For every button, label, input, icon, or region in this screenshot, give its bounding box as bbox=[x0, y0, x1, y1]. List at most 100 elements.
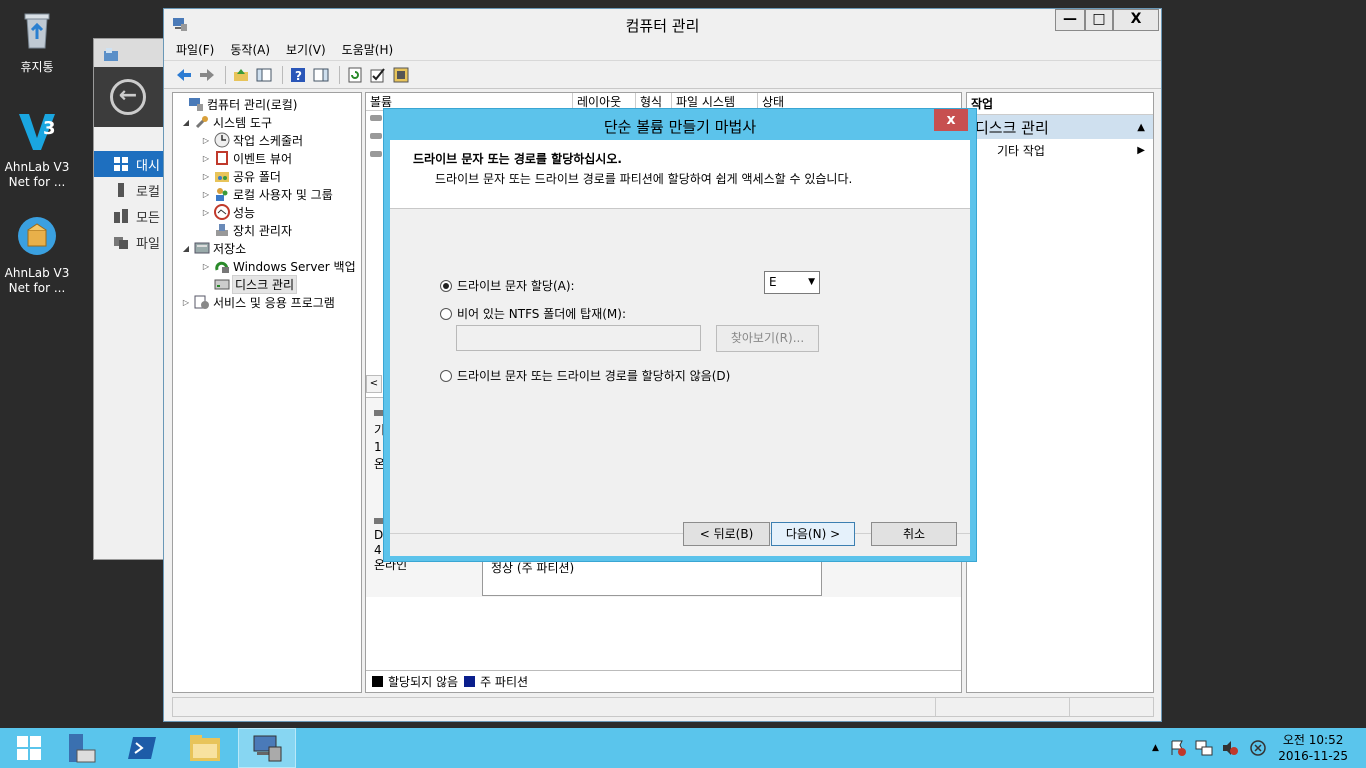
tree-item-disk-management[interactable]: 디스크 관리 bbox=[173, 274, 361, 294]
shared-folder-icon bbox=[215, 172, 229, 182]
ahnlab-desktop-icon-2[interactable]: AhnLab V3 Net for ... bbox=[0, 214, 74, 296]
title-bar[interactable]: 컴퓨터 관리 — □ X bbox=[164, 9, 1161, 39]
tray-overflow-icon[interactable]: ▲ bbox=[1152, 743, 1159, 753]
storage-icon bbox=[194, 242, 210, 254]
collapse-arrow-icon[interactable]: ◢ bbox=[181, 118, 191, 127]
recycle-bin-icon bbox=[24, 13, 50, 49]
taskbar-server-manager[interactable] bbox=[52, 728, 110, 768]
svg-text:?: ? bbox=[295, 69, 302, 83]
cancel-button[interactable]: 취소 bbox=[871, 522, 957, 546]
toolbar-separator bbox=[339, 65, 340, 84]
minimize-button[interactable]: — bbox=[1055, 9, 1085, 31]
close-circle-icon[interactable] bbox=[1249, 739, 1267, 757]
actions-section-disk-management[interactable]: 디스크 관리 ▲ bbox=[967, 115, 1153, 139]
browse-button[interactable]: 찾아보기(R)... bbox=[716, 325, 819, 352]
performance-icon bbox=[214, 204, 230, 220]
partition-status: 정상 (주 파티션) bbox=[491, 561, 575, 575]
dialog-heading: 드라이브 문자 또는 경로를 할당하십시오. bbox=[413, 152, 622, 166]
menu-help[interactable]: 도움말(H) bbox=[342, 41, 394, 58]
network-icon[interactable] bbox=[1195, 739, 1213, 757]
radio-unselected-icon bbox=[440, 307, 452, 320]
maximize-button[interactable]: □ bbox=[1085, 9, 1113, 31]
actions-header: 작업 bbox=[967, 93, 1153, 115]
drive-letter-select[interactable]: E ▼ bbox=[764, 271, 820, 294]
tree-item-event-viewer[interactable]: ▷ 이벤트 뷰어 bbox=[173, 149, 361, 167]
tree-item-services-apps[interactable]: ▷ 서비스 및 응용 프로그램 bbox=[173, 293, 361, 311]
expand-arrow-icon[interactable]: ▷ bbox=[201, 154, 211, 163]
ahnlab-desktop-icon-1[interactable]: 3 AhnLab V3 Net for ... bbox=[0, 108, 74, 190]
powershell-icon bbox=[128, 737, 156, 759]
tree-item-windows-server-backup[interactable]: ▷ Windows Server 백업 bbox=[173, 257, 361, 275]
volume-muted-icon[interactable] bbox=[1221, 739, 1239, 757]
check-icon[interactable] bbox=[368, 65, 388, 85]
radio-no-letter[interactable]: 드라이브 문자 또는 드라이브 경로를 할당하지 않음(D) bbox=[440, 367, 730, 384]
dialog-close-button[interactable]: x bbox=[934, 109, 968, 131]
tree-item-system-tools[interactable]: ◢ 시스템 도구 bbox=[173, 113, 361, 131]
dialog-header: 드라이브 문자 또는 경로를 할당하십시오. 드라이브 문자 또는 드라이브 경… bbox=[390, 140, 970, 209]
dialog-title: 단순 볼륨 만들기 마법사 bbox=[603, 118, 757, 136]
tree-item-storage[interactable]: ◢ 저장소 bbox=[173, 239, 361, 257]
menu-view[interactable]: 보기(V) bbox=[286, 41, 326, 58]
menu-file[interactable]: 파일(F) bbox=[176, 41, 214, 58]
more-actions[interactable]: 기타 작업 ▶ bbox=[967, 139, 1153, 161]
ahnlab-label-1: AhnLab V3 Net for ... bbox=[4, 160, 70, 189]
help-icon[interactable]: ? bbox=[288, 65, 308, 85]
server-manager-window[interactable]: ← 대시 로컬 모든 파일 bbox=[93, 38, 168, 560]
taskbar-powershell[interactable] bbox=[113, 728, 171, 768]
tree-item-performance[interactable]: ▷ 성능 bbox=[173, 203, 361, 221]
recycle-bin-desktop-icon[interactable]: 휴지통 bbox=[0, 8, 74, 75]
disk-properties-icon[interactable] bbox=[391, 65, 411, 85]
tree-item-shared-folders[interactable]: ▷ 공유 폴더 bbox=[173, 167, 361, 185]
tree-item-local-users[interactable]: ▷ 로컬 사용자 및 그룹 bbox=[173, 185, 361, 203]
clock[interactable]: 오전 10:52 2016-11-25 bbox=[1278, 732, 1348, 764]
nav-all[interactable]: 모든 bbox=[94, 203, 167, 229]
start-button[interactable] bbox=[0, 728, 58, 768]
collapse-arrow-icon[interactable]: ◢ bbox=[181, 244, 191, 253]
users-icon bbox=[216, 188, 228, 201]
expand-arrow-icon[interactable]: ▷ bbox=[201, 190, 211, 199]
properties-pane-icon[interactable] bbox=[311, 65, 331, 85]
next-button[interactable]: 다음(N) > bbox=[771, 522, 855, 546]
back-arrow-icon[interactable] bbox=[174, 65, 194, 85]
expand-arrow-icon[interactable]: ▷ bbox=[181, 298, 191, 307]
mount-folder-path-input[interactable] bbox=[456, 325, 701, 351]
close-button[interactable]: X bbox=[1113, 9, 1159, 31]
ahnlab-package-icon bbox=[18, 217, 56, 255]
toolbar-separator bbox=[225, 65, 226, 84]
nav-files[interactable]: 파일 bbox=[94, 229, 167, 255]
radio-selected-icon bbox=[440, 279, 452, 292]
new-simple-volume-wizard[interactable]: 단순 볼륨 만들기 마법사 x 드라이브 문자 또는 경로를 할당하십시오. 드… bbox=[383, 108, 977, 562]
server-manager-icon bbox=[69, 734, 96, 763]
back-button[interactable]: < 뒤로(B) bbox=[683, 522, 770, 546]
expand-arrow-icon[interactable]: ▷ bbox=[201, 172, 211, 181]
legend-bar: 할당되지 않음 주 파티션 bbox=[366, 670, 961, 692]
taskbar-file-explorer[interactable] bbox=[176, 728, 234, 768]
unallocated-swatch bbox=[372, 676, 383, 687]
tree-item-device-manager[interactable]: 장치 관리자 bbox=[173, 221, 361, 239]
tree-item-task-scheduler[interactable]: ▷ 작업 스케줄러 bbox=[173, 131, 361, 149]
radio-mount-folder[interactable]: 비어 있는 NTFS 폴더에 탑재(M): bbox=[440, 305, 626, 322]
actions-pane: 작업 디스크 관리 ▲ 기타 작업 ▶ bbox=[966, 92, 1154, 693]
system-tray: ▲ bbox=[1152, 728, 1267, 768]
submenu-arrow-icon: ▶ bbox=[1137, 144, 1145, 156]
radio-unselected-icon bbox=[440, 369, 452, 382]
collapse-up-icon[interactable]: ▲ bbox=[1137, 122, 1145, 133]
scroll-left-button[interactable]: < bbox=[366, 375, 382, 393]
taskbar-computer-management[interactable] bbox=[238, 728, 296, 768]
forward-arrow-icon[interactable] bbox=[197, 65, 217, 85]
back-arrow-icon[interactable]: ← bbox=[110, 79, 146, 115]
expand-arrow-icon[interactable]: ▷ bbox=[201, 136, 211, 145]
action-center-flag-icon[interactable] bbox=[1169, 739, 1187, 757]
show-hide-tree-icon[interactable] bbox=[254, 65, 274, 85]
tree-item-root[interactable]: 컴퓨터 관리(로컬) bbox=[173, 95, 361, 113]
refresh-icon[interactable] bbox=[345, 65, 365, 85]
menu-action[interactable]: 동작(A) bbox=[230, 41, 270, 58]
nav-local[interactable]: 로컬 bbox=[94, 177, 167, 203]
expand-arrow-icon[interactable]: ▷ bbox=[201, 262, 211, 271]
radio-assign-letter[interactable]: 드라이브 문자 할당(A): bbox=[440, 277, 575, 294]
toolbar: ? bbox=[164, 61, 1161, 89]
expand-arrow-icon[interactable]: ▷ bbox=[201, 208, 211, 217]
svg-text:3: 3 bbox=[43, 118, 56, 139]
nav-dashboard[interactable]: 대시 bbox=[94, 151, 167, 177]
up-folder-icon[interactable] bbox=[231, 65, 251, 85]
